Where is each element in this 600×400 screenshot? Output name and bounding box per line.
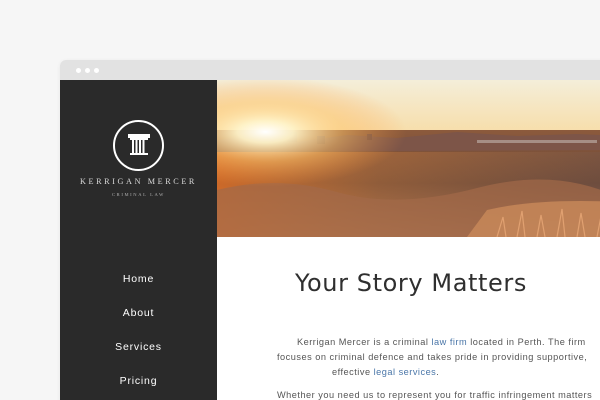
window-dot-icon[interactable]: [94, 68, 99, 73]
browser-window: KERRIGAN MERCER CRIMINAL LAW Home About …: [60, 60, 600, 400]
intro-paragraph-line-1: Kerrigan Mercer is a criminal law firm l…: [297, 335, 600, 350]
nav-item-pricing[interactable]: Pricing: [60, 375, 217, 400]
intro-paragraph-line-2: focuses on criminal defence and takes pr…: [277, 352, 588, 362]
window-dot-icon[interactable]: [85, 68, 90, 73]
intro-text: effective: [332, 367, 374, 377]
nav-item-services[interactable]: Services: [60, 341, 217, 375]
window-dot-icon[interactable]: [76, 68, 81, 73]
browser-title-bar: [60, 60, 600, 80]
nav-item-home[interactable]: Home: [60, 273, 217, 307]
brand-name: KERRIGAN MERCER: [79, 177, 197, 186]
column-icon: [128, 134, 150, 155]
intro-text: located in Perth. The firm: [467, 337, 586, 347]
window-controls: [76, 68, 99, 73]
main-content: Your Story Matters Kerrigan Mercer is a …: [217, 237, 600, 400]
main-nav: Home About Services Pricing: [60, 273, 217, 400]
brand-tagline: CRIMINAL LAW: [112, 192, 165, 197]
law-firm-link[interactable]: law firm: [431, 337, 467, 347]
intro-text: Kerrigan Mercer is a criminal: [297, 337, 432, 347]
sunset-cityscape-image: [217, 80, 600, 237]
intro-text: .: [436, 367, 440, 377]
logo[interactable]: [113, 120, 164, 171]
legal-services-link[interactable]: legal services: [374, 367, 437, 377]
page-title: Your Story Matters: [294, 269, 527, 297]
intro-paragraph-line-3: effective legal services.: [332, 365, 600, 380]
second-paragraph: Whether you need us to represent you for…: [277, 390, 593, 400]
hero-image: [217, 80, 600, 237]
nav-item-about[interactable]: About: [60, 307, 217, 341]
sidebar: KERRIGAN MERCER CRIMINAL LAW Home About …: [60, 80, 217, 400]
